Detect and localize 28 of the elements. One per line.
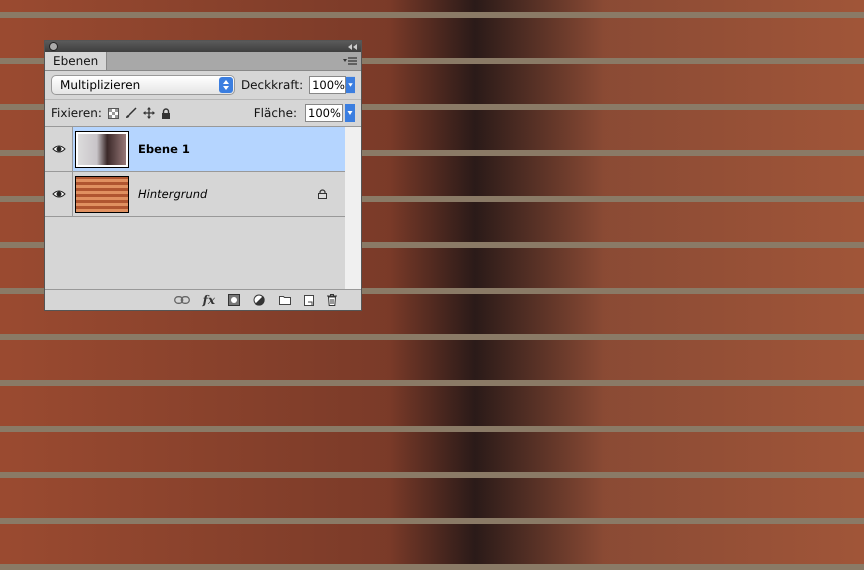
- layer-name: Hintergrund: [138, 187, 208, 201]
- opacity-field[interactable]: 100%: [309, 76, 346, 94]
- link-icon[interactable]: [174, 296, 190, 304]
- move-icon[interactable]: [142, 107, 155, 119]
- brush-icon[interactable]: [124, 107, 137, 119]
- fill-label: Fläche:: [254, 106, 297, 120]
- mask-icon[interactable]: [228, 294, 240, 306]
- folder-icon[interactable]: [279, 295, 291, 305]
- panel-tab[interactable]: Ebenen: [45, 52, 108, 70]
- new-layer-icon[interactable]: [304, 294, 314, 306]
- lock-label: Fixieren:: [51, 106, 102, 120]
- opacity-label: Deckkraft:: [240, 78, 304, 92]
- stepper-icon: [218, 77, 233, 93]
- eye-icon[interactable]: [52, 189, 66, 199]
- eye-icon[interactable]: [52, 144, 66, 154]
- layer-row[interactable]: Hintergrund: [45, 172, 345, 217]
- layer-row[interactable]: Ebene 1: [45, 127, 345, 172]
- fill-field[interactable]: 100%: [305, 104, 343, 122]
- half-circle-icon[interactable]: [253, 294, 266, 306]
- close-icon[interactable]: [49, 42, 58, 51]
- effects-button[interactable]: fx: [202, 293, 215, 307]
- collapse-icon[interactable]: [348, 44, 357, 50]
- lock-icon[interactable]: [160, 108, 171, 118]
- blend-mode-dropdown[interactable]: Multiplizieren: [51, 75, 235, 95]
- trash-icon[interactable]: [327, 294, 337, 306]
- layer-name: Ebene 1: [138, 142, 191, 156]
- checkerboard-icon[interactable]: [108, 108, 119, 118]
- menu-icon[interactable]: [343, 57, 357, 65]
